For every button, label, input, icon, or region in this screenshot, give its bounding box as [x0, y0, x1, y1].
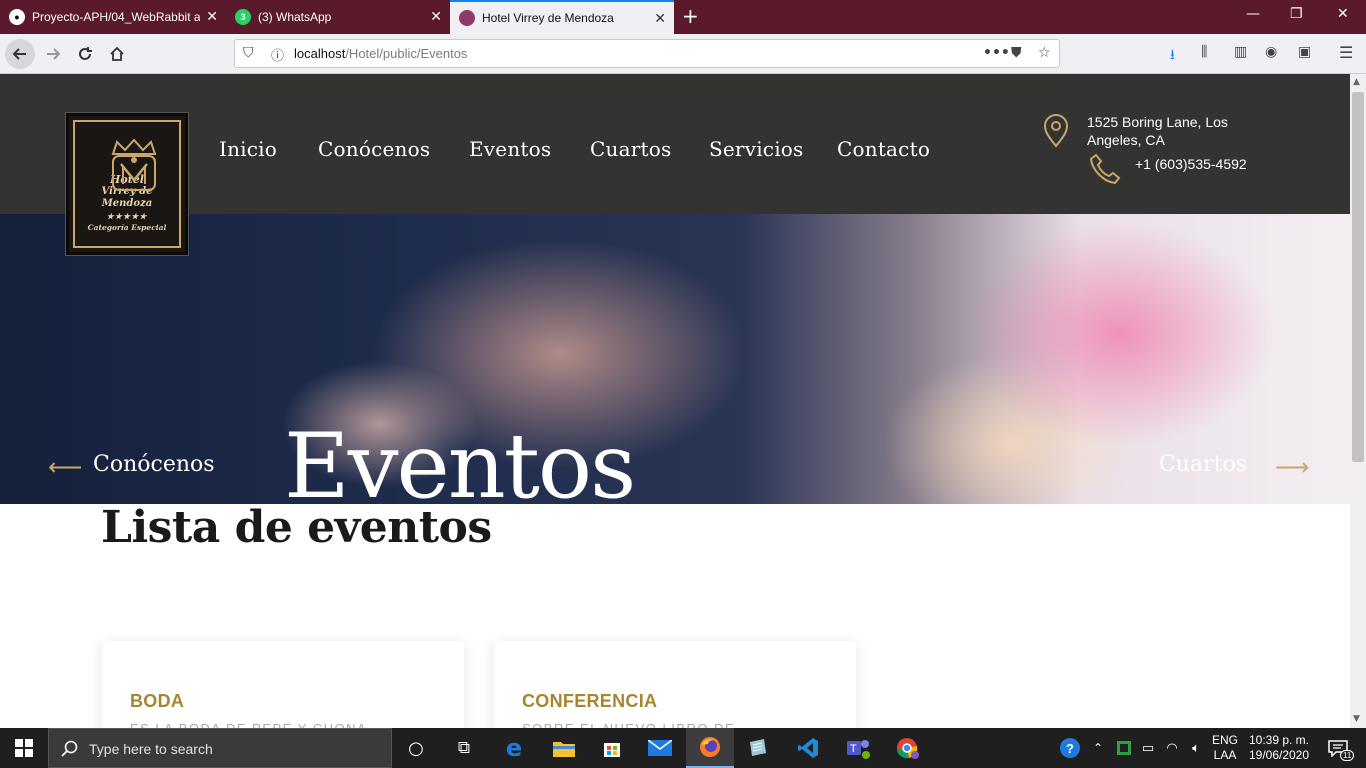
nav-link-cuartos[interactable]: Cuartos — [590, 137, 671, 161]
address-line-1: 1525 Boring Lane, Los — [1087, 114, 1228, 130]
scroll-up-icon[interactable]: ▲ — [1353, 77, 1360, 87]
more-actions-icon[interactable]: ••• — [983, 45, 1010, 61]
search-icon — [61, 740, 78, 757]
clock-date: 19/06/2020 — [1248, 748, 1310, 762]
home-icon[interactable] — [102, 39, 132, 69]
page-scrollbar[interactable]: ▲ ▼ — [1350, 74, 1366, 728]
volume-icon[interactable]: 🔈︎ — [1184, 728, 1208, 768]
whatsapp-icon: 3 — [235, 9, 251, 25]
bookmark-star-icon[interactable]: ☆ — [1038, 45, 1051, 61]
url-text[interactable]: localhost/Hotel/public/Eventos — [294, 46, 467, 61]
logo-text-category: Categoría Especial — [87, 223, 167, 232]
page-title: Eventos — [284, 414, 636, 519]
crest-icon — [111, 138, 157, 191]
battery-icon[interactable]: ▭ — [1136, 728, 1160, 768]
notifications-badge: 11 — [1340, 750, 1355, 761]
logo-stars: ★★★★★ — [106, 211, 148, 221]
forward-icon[interactable] — [38, 39, 68, 69]
close-window-icon[interactable]: ✕ — [1337, 6, 1349, 22]
sidebar-icon[interactable]: ▥ — [1234, 44, 1247, 60]
chrome-icon[interactable] — [884, 728, 932, 768]
close-icon[interactable]: ✕ — [430, 9, 442, 23]
tab-whatsapp[interactable]: 3 (3) WhatsApp ✕ — [226, 0, 450, 34]
wifi-icon[interactable]: ◠ — [1160, 728, 1184, 768]
tab-title: Proyecto-APH/04_WebRabbit a — [32, 10, 200, 24]
minimize-icon[interactable]: — — [1246, 6, 1260, 22]
logo-frame: Hotel Virrey de Mendoza ★★★★★ Categoría … — [73, 120, 181, 248]
phone-number[interactable]: +1 (603)535-4592 — [1135, 155, 1247, 173]
scroll-thumb[interactable] — [1352, 92, 1364, 462]
url-path: /Hotel/public/Eventos — [345, 46, 468, 61]
keyboard-layout: LAA — [1213, 748, 1237, 762]
address-line-2: Angeles, CA — [1087, 132, 1165, 148]
nav-link-conocenos[interactable]: Conócenos — [318, 137, 430, 161]
restore-icon[interactable]: ❐ — [1290, 6, 1303, 22]
nav-link-eventos[interactable]: Eventos — [469, 137, 551, 161]
notes-app-icon[interactable] — [734, 728, 782, 768]
clock-time: 10:39 p. m. — [1248, 733, 1310, 747]
arrow-right-icon[interactable]: ⟶ — [1275, 455, 1309, 479]
svg-text:T: T — [850, 743, 857, 755]
account-icon[interactable]: ◉ — [1265, 44, 1277, 60]
windows-taskbar: Type here to search ○ ⧉ e T ? ⌃ ▭ ◠ 🔈︎ E… — [0, 728, 1366, 768]
address: 1525 Boring Lane, Los Angeles, CA — [1087, 113, 1228, 149]
phone-icon — [1089, 153, 1121, 185]
reload-icon[interactable] — [70, 39, 100, 69]
url-host: localhost — [294, 46, 346, 61]
next-page-link[interactable]: Cuartos — [1159, 452, 1247, 477]
svg-text:?: ? — [1066, 741, 1074, 756]
browser-nav-bar: ⛉ ⓘ localhost/Hotel/public/Eventos ••• ⛊… — [0, 34, 1366, 74]
vscode-icon[interactable] — [784, 728, 832, 768]
event-title: BODA — [130, 691, 185, 711]
new-tab-icon[interactable]: + — [682, 4, 699, 28]
edge-icon[interactable]: e — [490, 728, 538, 768]
tab-title: Hotel Virrey de Mendoza — [482, 11, 614, 25]
pocket-icon[interactable]: ⛊ — [1011, 45, 1022, 61]
taskbar-search-box[interactable]: Type here to search — [48, 728, 392, 768]
hotel-logo[interactable]: Hotel Virrey de Mendoza ★★★★★ Categoría … — [66, 113, 188, 255]
language-code: ENG — [1211, 733, 1238, 747]
clock[interactable]: 10:39 p. m. 19/06/2020 — [1244, 733, 1314, 763]
tab-title: (3) WhatsApp — [258, 10, 332, 24]
close-icon[interactable]: ✕ — [206, 9, 218, 23]
site-favicon — [459, 10, 475, 26]
download-icon[interactable]: ⭳ — [1170, 44, 1175, 68]
firefox-icon[interactable] — [686, 728, 734, 768]
back-icon[interactable] — [5, 39, 35, 69]
cortana-icon[interactable]: ○ — [392, 728, 440, 768]
search-placeholder: Type here to search — [89, 741, 213, 757]
shield-icon[interactable]: ⛉ — [243, 45, 254, 61]
mail-icon[interactable] — [636, 728, 684, 768]
store-icon[interactable] — [588, 728, 636, 768]
info-icon[interactable]: ⓘ — [271, 45, 284, 64]
teams-icon[interactable]: T — [834, 728, 882, 768]
tray-expand-icon[interactable]: ⌃ — [1086, 728, 1110, 768]
notifications-icon[interactable]: 11 — [1318, 728, 1358, 768]
browser-tab-bar: ● Proyecto-APH/04_WebRabbit a ✕ 3 (3) Wh… — [0, 0, 1366, 34]
event-title: CONFERENCIA — [522, 691, 658, 711]
task-view-icon[interactable]: ⧉ — [440, 728, 488, 768]
close-icon[interactable]: ✕ — [654, 11, 666, 25]
location-pin-icon — [1043, 114, 1069, 148]
library-icon[interactable]: ⫼ — [1201, 44, 1207, 60]
arrow-left-icon[interactable]: ⟵ — [48, 455, 82, 479]
scroll-down-icon[interactable]: ▼ — [1353, 714, 1360, 724]
input-language[interactable]: ENG LAA — [1208, 733, 1242, 763]
nav-link-servicios[interactable]: Servicios — [709, 137, 804, 161]
nav-link-inicio[interactable]: Inicio — [219, 137, 277, 161]
tray-app-icon[interactable] — [1112, 728, 1136, 768]
extension-icon[interactable]: ▣ — [1298, 44, 1311, 60]
file-explorer-icon[interactable] — [540, 728, 588, 768]
tab-github[interactable]: ● Proyecto-APH/04_WebRabbit a ✕ — [0, 0, 226, 34]
nav-link-contacto[interactable]: Contacto — [837, 137, 930, 161]
windows-start-icon[interactable] — [0, 728, 48, 768]
url-bar[interactable]: ⛉ ⓘ localhost/Hotel/public/Eventos ••• ⛊… — [234, 39, 1060, 68]
prev-page-link[interactable]: Conócenos — [93, 452, 215, 477]
menu-icon[interactable]: ☰ — [1339, 43, 1353, 62]
github-icon: ● — [9, 9, 25, 25]
tab-hotel[interactable]: Hotel Virrey de Mendoza ✕ — [450, 0, 674, 34]
